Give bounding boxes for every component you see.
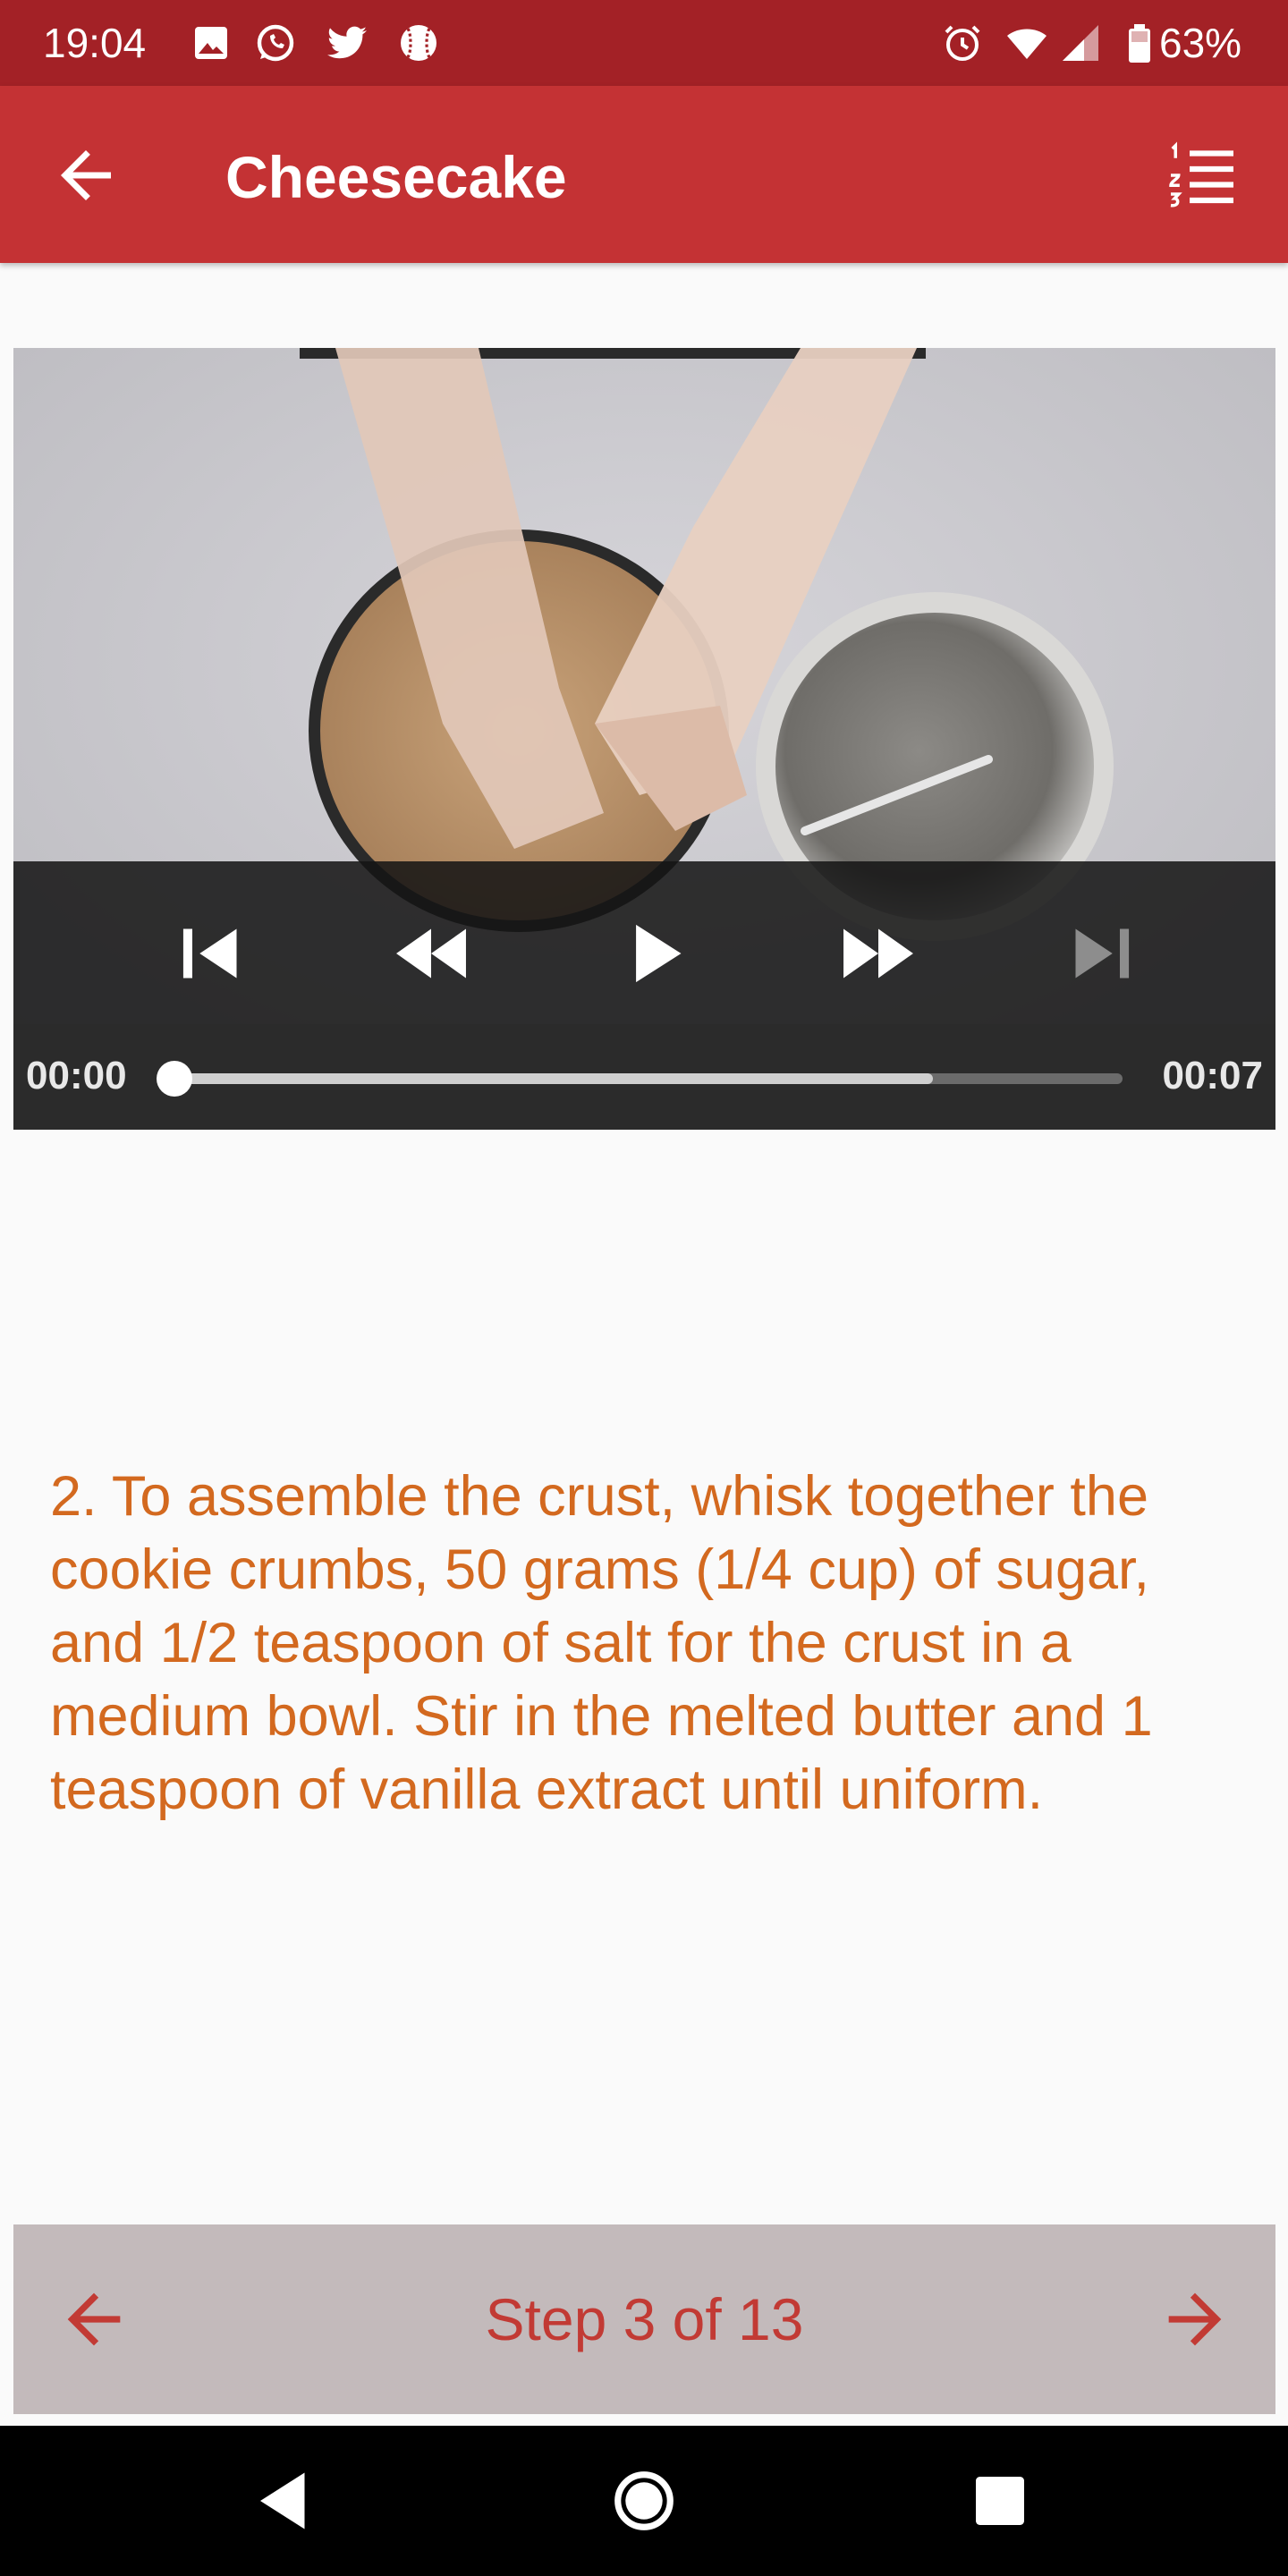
- time-bar: 00:00 00:07: [13, 1024, 1275, 1130]
- play-button[interactable]: [607, 904, 706, 1003]
- whatsapp-icon: [257, 24, 294, 62]
- playback-controls: 00:00 00:07: [13, 861, 1275, 1130]
- nav-back-icon[interactable]: [236, 2453, 333, 2549]
- nav-recents-icon[interactable]: [952, 2453, 1048, 2549]
- numbered-list-icon: [1169, 141, 1233, 208]
- alarm-icon: [945, 25, 980, 61]
- buffered-progress: [174, 1073, 933, 1084]
- baseball-icon: [401, 25, 436, 61]
- arrow-back-icon: [61, 150, 111, 200]
- nav-home-icon[interactable]: [596, 2453, 692, 2549]
- twitter-icon: [327, 26, 367, 59]
- next-button[interactable]: [1051, 904, 1149, 1003]
- rewind-button[interactable]: [382, 904, 480, 1003]
- video-player[interactable]: 00:00 00:07: [13, 348, 1275, 1130]
- duration: 00:07: [1162, 1054, 1263, 1097]
- fast-forward-button[interactable]: [829, 904, 928, 1003]
- page-title: Cheesecake: [225, 144, 567, 210]
- current-time: 00:00: [26, 1054, 127, 1097]
- steps-list-button[interactable]: [1159, 138, 1245, 213]
- step-instruction: 2. To assemble the crust, whisk together…: [50, 1465, 1153, 1821]
- photo-icon: [195, 27, 227, 59]
- signal-icon: [1063, 25, 1098, 61]
- arrow-right-icon: [1168, 2292, 1222, 2346]
- app-bar: Cheesecake: [0, 86, 1288, 263]
- seek-thumb[interactable]: [157, 1061, 192, 1097]
- next-step-button[interactable]: [1150, 2280, 1240, 2359]
- back-button[interactable]: [43, 138, 129, 213]
- battery-icon: [1129, 24, 1150, 63]
- battery-percent: 63%: [1159, 20, 1242, 66]
- status-bar: 19:04 63%: [0, 0, 1288, 86]
- arrow-left-icon: [67, 2292, 121, 2346]
- previous-button[interactable]: [163, 904, 261, 1003]
- system-navigation-bar: [0, 2426, 1288, 2576]
- step-counter: Step 3 of 13: [485, 2286, 804, 2352]
- seek-bar[interactable]: [157, 1061, 1123, 1097]
- step-navigation: Step 3 of 13: [13, 2224, 1275, 2414]
- previous-step-button[interactable]: [49, 2280, 139, 2359]
- status-time: 19:04: [43, 20, 147, 66]
- wifi-icon: [1007, 29, 1046, 59]
